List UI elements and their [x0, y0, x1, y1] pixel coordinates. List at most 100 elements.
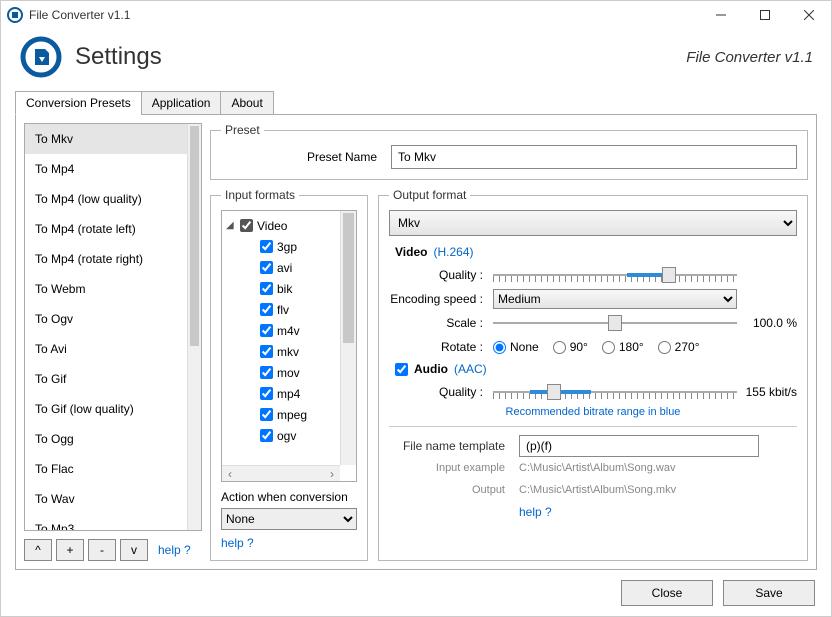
app-icon: [7, 7, 23, 23]
app-logo-icon: [19, 35, 63, 79]
titlebar: File Converter v1.1: [1, 1, 831, 29]
audio-quality-value: 155 kbit/s: [737, 385, 797, 399]
preset-move-down-button[interactable]: v: [120, 539, 148, 561]
rotate-option[interactable]: 90°: [553, 340, 588, 354]
preset-item[interactable]: To Mp4 (rotate left): [25, 214, 187, 244]
format-item[interactable]: mpeg: [226, 404, 338, 425]
format-checkbox[interactable]: [260, 408, 273, 421]
format-checkbox[interactable]: [260, 345, 273, 358]
rotate-option[interactable]: 270°: [658, 340, 700, 354]
scale-label: Scale :: [389, 316, 493, 330]
header: Settings File Converter v1.1: [1, 29, 831, 89]
format-item[interactable]: flv: [226, 299, 338, 320]
preset-item[interactable]: To Ogg: [25, 424, 187, 454]
encoding-speed-label: Encoding speed :: [389, 292, 493, 306]
video-quality-slider[interactable]: [493, 265, 737, 285]
preset-delete-button[interactable]: -: [88, 539, 116, 561]
preset-item[interactable]: To Mp4: [25, 154, 187, 184]
rotate-label: Rotate :: [389, 340, 493, 354]
preset-item[interactable]: To Ogv: [25, 304, 187, 334]
minimize-button[interactable]: [699, 1, 743, 29]
format-tree: ◢ Video 3gpavibikflvm4vmkvmovmp4mpegogv …: [221, 210, 357, 482]
output-format-legend: Output format: [389, 188, 470, 202]
scale-value: 100.0 %: [737, 316, 797, 330]
output-format-select[interactable]: Mkv: [389, 210, 797, 236]
output-example-label: Output: [389, 484, 519, 496]
preset-item[interactable]: To Wav: [25, 484, 187, 514]
tree-group-video[interactable]: ◢ Video: [226, 215, 338, 236]
presets-scrollbar[interactable]: [187, 124, 201, 530]
window-title: File Converter v1.1: [29, 8, 699, 22]
format-item[interactable]: mp4: [226, 383, 338, 404]
bitrate-note: Recommended bitrate range in blue: [389, 406, 797, 418]
preset-item[interactable]: To Webm: [25, 274, 187, 304]
presets-help-link[interactable]: help ?: [158, 543, 191, 557]
presets-buttons: ^ + - v help ?: [24, 531, 202, 561]
file-template-help-link[interactable]: help ?: [519, 505, 552, 519]
format-checkbox[interactable]: [260, 366, 273, 379]
audio-enable-checkbox[interactable]: [395, 363, 408, 376]
format-item[interactable]: mkv: [226, 341, 338, 362]
format-checkbox[interactable]: [260, 387, 273, 400]
format-item[interactable]: 3gp: [226, 236, 338, 257]
format-item[interactable]: mov: [226, 362, 338, 383]
audio-quality-slider[interactable]: [493, 382, 737, 402]
preset-legend: Preset: [221, 123, 264, 137]
preset-name-input[interactable]: [391, 145, 797, 169]
format-checkbox[interactable]: [260, 261, 273, 274]
format-item[interactable]: avi: [226, 257, 338, 278]
tabs: Conversion Presets Application About: [1, 91, 831, 115]
tab-conversion-presets[interactable]: Conversion Presets: [15, 91, 142, 115]
footer: Close Save: [1, 570, 831, 616]
output-example-value: C:\Music\Artist\Album\Song.mkv: [519, 484, 797, 496]
input-formats-help-link[interactable]: help ?: [221, 536, 357, 550]
action-select[interactable]: None: [221, 508, 357, 530]
rotate-option[interactable]: None: [493, 340, 539, 354]
preset-detail: Preset Preset Name Input formats ◢ Video: [210, 123, 808, 561]
preset-item[interactable]: To Mp4 (rotate right): [25, 244, 187, 274]
format-checkbox[interactable]: [260, 429, 273, 442]
tree-hscrollbar[interactable]: ‹›: [222, 465, 340, 481]
input-example-value: C:\Music\Artist\Album\Song.wav: [519, 462, 797, 474]
format-checkbox[interactable]: [260, 282, 273, 295]
format-checkbox[interactable]: [260, 324, 273, 337]
format-item[interactable]: m4v: [226, 320, 338, 341]
close-window-button[interactable]: [787, 1, 831, 29]
presets-column: To MkvTo Mp4To Mp4 (low quality)To Mp4 (…: [24, 123, 202, 561]
page-title: Settings: [75, 43, 686, 71]
preset-add-button[interactable]: +: [56, 539, 84, 561]
preset-item[interactable]: To Mkv: [25, 124, 187, 154]
input-formats-fieldset: Input formats ◢ Video 3gpavibikflvm4vmkv…: [210, 188, 368, 561]
format-item[interactable]: ogv: [226, 425, 338, 446]
input-formats-legend: Input formats: [221, 188, 299, 202]
product-name: File Converter v1.1: [686, 49, 813, 66]
rotate-option[interactable]: 180°: [602, 340, 644, 354]
tree-scrollbar[interactable]: [340, 211, 356, 465]
preset-item[interactable]: To Gif (low quality): [25, 394, 187, 424]
format-checkbox[interactable]: [260, 240, 273, 253]
format-checkbox[interactable]: [260, 303, 273, 316]
preset-move-up-button[interactable]: ^: [24, 539, 52, 561]
preset-item[interactable]: To Avi: [25, 334, 187, 364]
scale-slider[interactable]: [493, 313, 737, 333]
close-button[interactable]: Close: [621, 580, 713, 606]
preset-name-label: Preset Name: [221, 150, 391, 164]
format-item[interactable]: bik: [226, 278, 338, 299]
collapse-icon[interactable]: ◢: [226, 220, 238, 231]
maximize-button[interactable]: [743, 1, 787, 29]
video-quality-label: Quality :: [389, 268, 493, 282]
preset-item[interactable]: To Mp3: [25, 514, 187, 531]
video-group-checkbox[interactable]: [240, 219, 253, 232]
file-template-input[interactable]: [519, 435, 759, 457]
tab-application[interactable]: Application: [141, 91, 222, 115]
preset-item[interactable]: To Mp4 (low quality): [25, 184, 187, 214]
tab-panel: To MkvTo Mp4To Mp4 (low quality)To Mp4 (…: [15, 114, 817, 570]
presets-list: To MkvTo Mp4To Mp4 (low quality)To Mp4 (…: [24, 123, 202, 531]
input-example-label: Input example: [389, 462, 519, 474]
save-button[interactable]: Save: [723, 580, 815, 606]
action-label: Action when conversion: [221, 490, 357, 504]
preset-item[interactable]: To Flac: [25, 454, 187, 484]
tab-about[interactable]: About: [220, 91, 273, 115]
preset-item[interactable]: To Gif: [25, 364, 187, 394]
encoding-speed-select[interactable]: Medium: [493, 289, 737, 309]
